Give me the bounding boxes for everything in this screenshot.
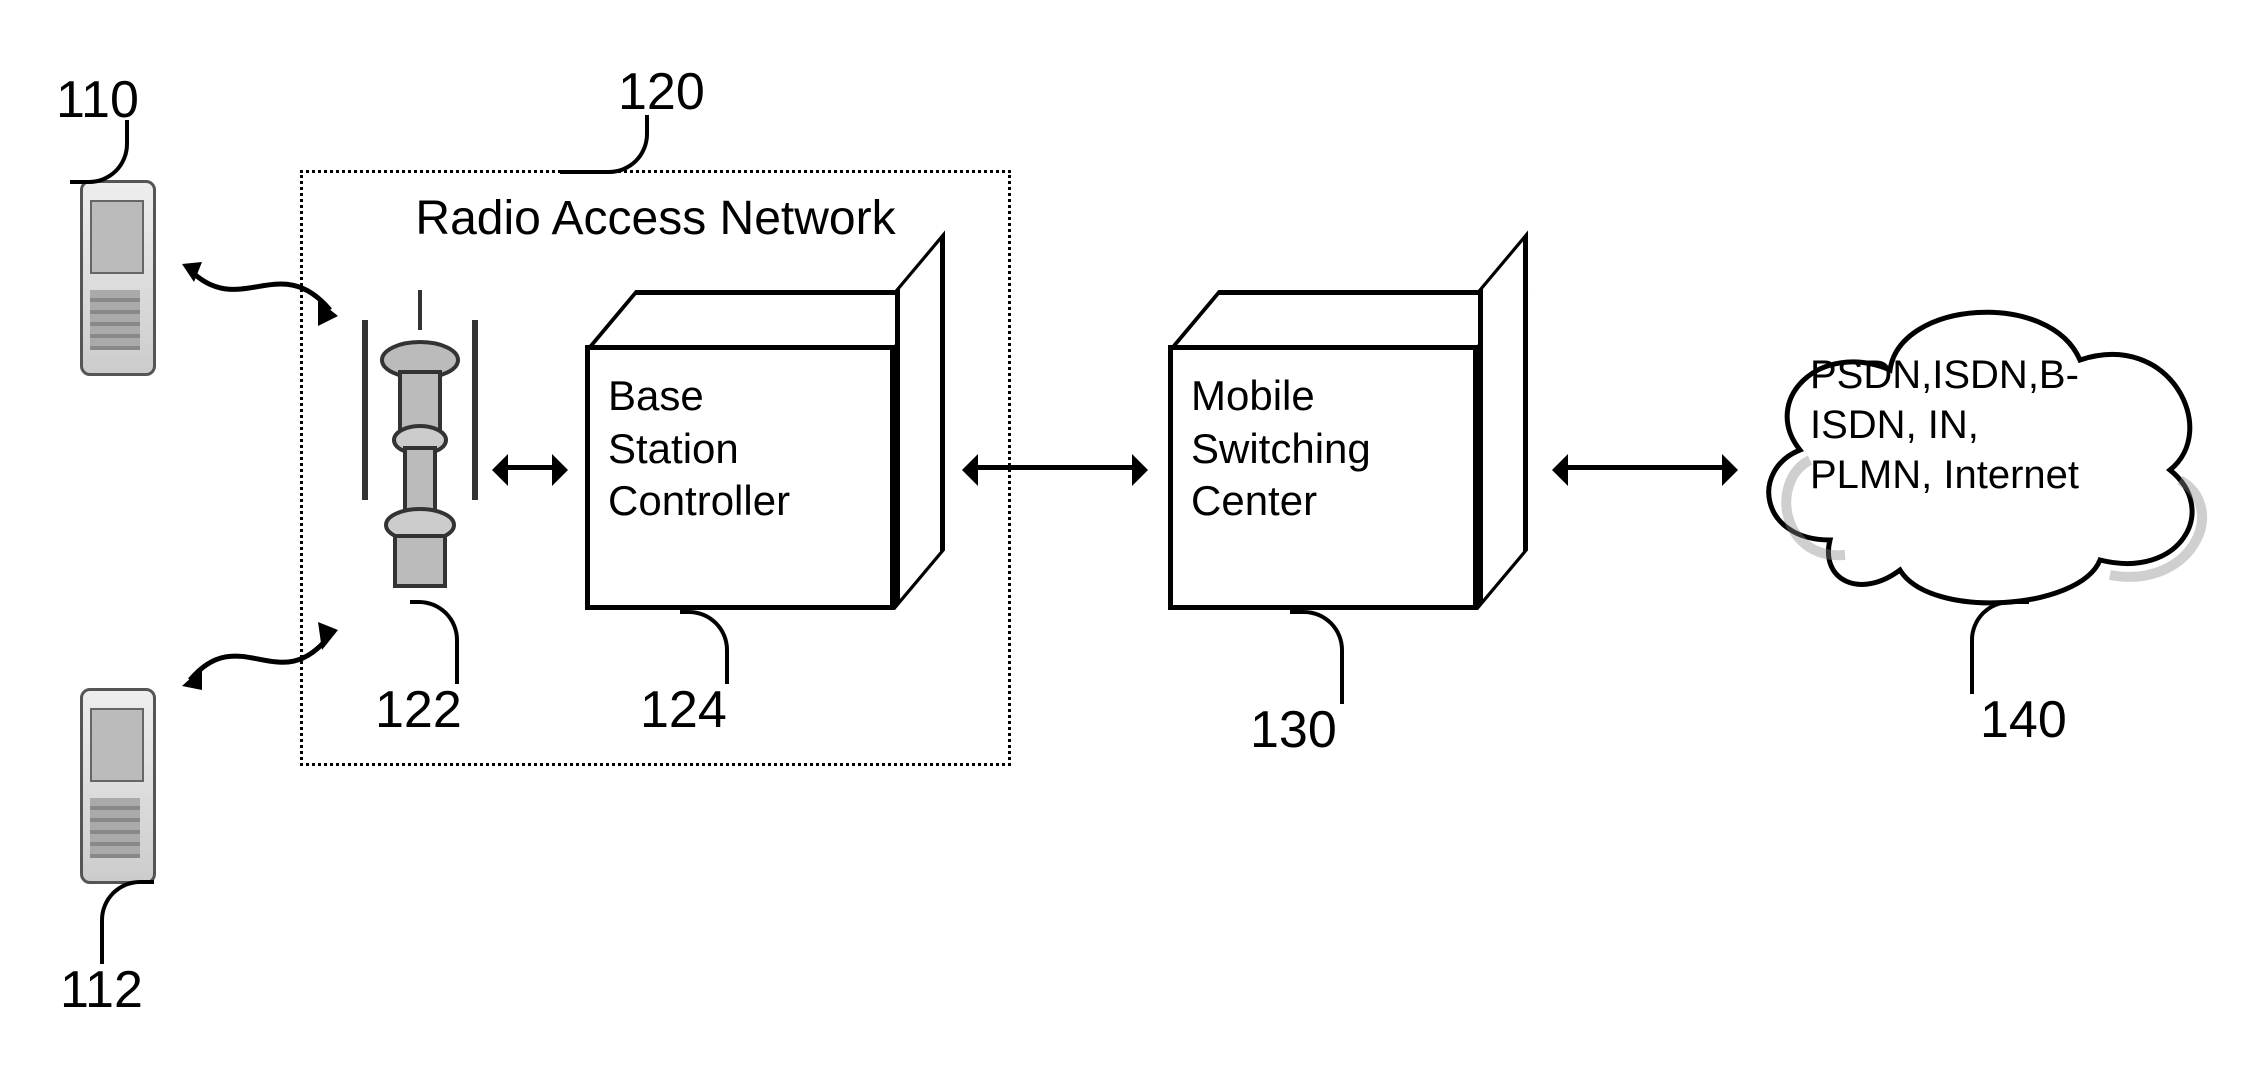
label-112: 112	[60, 960, 143, 1020]
lead-140	[1970, 600, 2029, 694]
ran-title: Radio Access Network	[303, 191, 1008, 246]
lead-120	[560, 115, 649, 174]
mobile-terminal-110	[70, 180, 160, 380]
link-ran-msc	[970, 465, 1140, 470]
label-140: 140	[1980, 690, 2067, 750]
mobile-terminal-112	[70, 688, 160, 888]
lead-110	[70, 120, 129, 184]
bsc-label: Base Station Controller	[585, 345, 895, 610]
link-msc-cloud	[1560, 465, 1730, 470]
lead-112	[100, 880, 154, 964]
msc-label: Mobile Switching Center	[1168, 345, 1478, 610]
base-station-tower	[345, 290, 495, 610]
network-diagram: 110 112 Radio Access Network 120 122	[0, 0, 2264, 1089]
label-122: 122	[375, 680, 462, 740]
link-tower-bsc	[500, 465, 560, 470]
mobile-switching-center: Mobile Switching Center	[1168, 290, 1478, 610]
label-120: 120	[618, 62, 705, 122]
lead-130	[1290, 610, 1344, 704]
external-networks-cloud: PSDN,ISDN,B- ISDN, IN, PLMN, Internet	[1750, 280, 2210, 620]
label-124: 124	[640, 680, 727, 740]
base-station-controller: Base Station Controller	[585, 290, 895, 610]
cloud-text: PSDN,ISDN,B- ISDN, IN, PLMN, Internet	[1810, 350, 2170, 500]
label-130: 130	[1250, 700, 1337, 760]
